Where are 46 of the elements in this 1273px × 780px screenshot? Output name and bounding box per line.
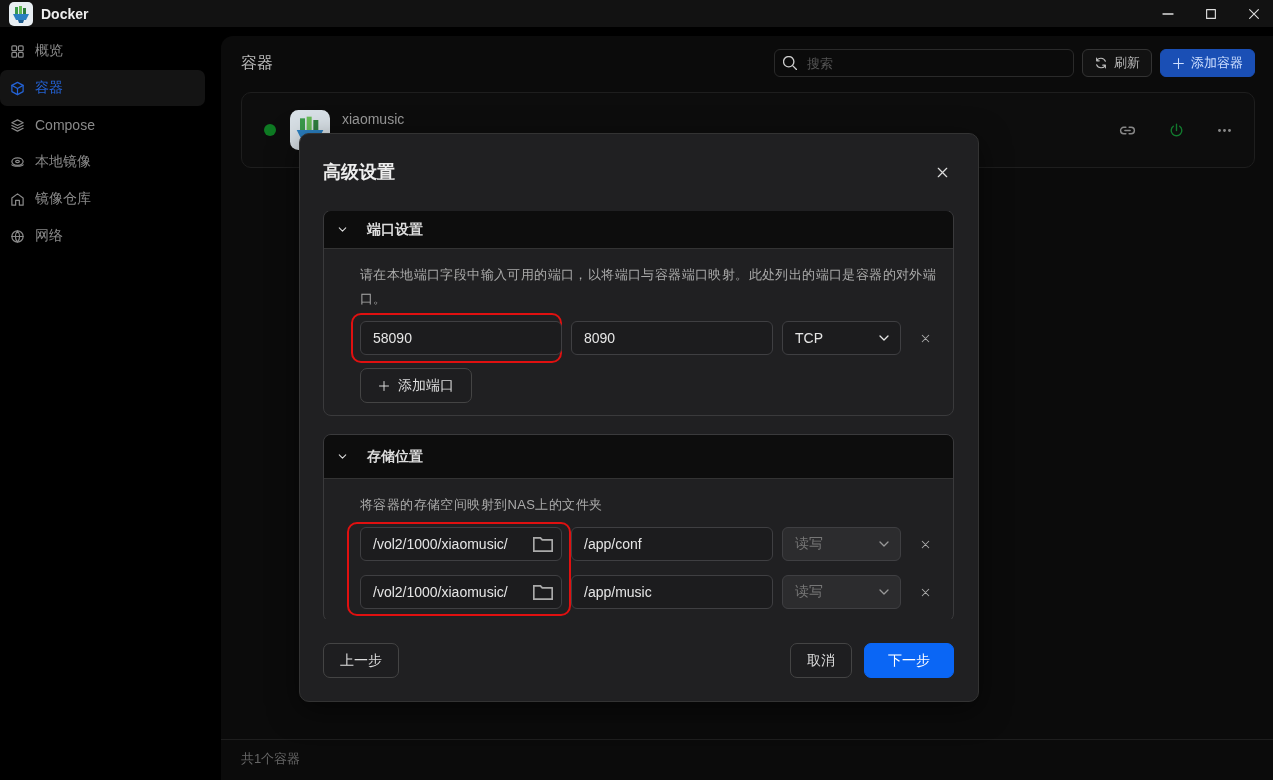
- cube-icon: [10, 80, 25, 96]
- sidebar-item[interactable]: 概览: [0, 33, 205, 69]
- sidebar-item[interactable]: 网络: [0, 218, 205, 254]
- input-field[interactable]: /app/conf: [571, 527, 773, 561]
- app-logo-icon: [9, 1, 33, 26]
- refresh-icon: [1094, 56, 1108, 70]
- minimize-icon[interactable]: [1161, 12, 1175, 15]
- power-icon[interactable]: [1168, 121, 1185, 139]
- sidebar-item[interactable]: 容器: [0, 70, 205, 106]
- folder-icon[interactable]: [533, 585, 553, 600]
- input-field[interactable]: /app/music: [571, 575, 773, 609]
- dialog-button[interactable]: 取消: [790, 643, 852, 678]
- search-icon: [783, 56, 797, 70]
- sidebar-item[interactable]: Compose: [0, 107, 205, 143]
- folder-path-field[interactable]: /vol2/1000/xiaomusic/: [360, 575, 562, 609]
- search-field[interactable]: 搜索: [774, 49, 1074, 77]
- dropdown[interactable]: TCP: [782, 321, 901, 355]
- container-name: xiaomusic: [342, 111, 406, 127]
- refresh-button[interactable]: 刷新: [1082, 49, 1152, 77]
- input-field[interactable]: 58090: [360, 321, 562, 355]
- section-header[interactable]: 存储位置: [324, 435, 953, 479]
- globe-icon: [10, 228, 25, 244]
- house-icon: [10, 191, 25, 207]
- section-description: 请在本地端口字段中输入可用的端口，以将端口与容器端口映射。此处列出的端口是容器的对外端口。: [360, 266, 938, 308]
- close-icon[interactable]: [1247, 6, 1261, 21]
- container-count: 共1个容器: [241, 751, 301, 766]
- next-button[interactable]: 下一步: [864, 643, 954, 678]
- add-port-button[interactable]: 添加端口: [360, 368, 472, 403]
- dialog-button[interactable]: 上一步: [323, 643, 399, 678]
- window-title: Docker: [41, 5, 90, 22]
- add-button[interactable]: 添加容器: [1160, 49, 1255, 77]
- input-field[interactable]: 8090: [571, 321, 773, 355]
- folder-icon[interactable]: [533, 537, 553, 552]
- sidebar-item[interactable]: 本地镜像: [0, 144, 205, 180]
- maximize-icon[interactable]: [1204, 6, 1218, 21]
- more-icon[interactable]: [1217, 128, 1232, 132]
- section-header[interactable]: 端口设置: [324, 211, 953, 249]
- page-title: 容器: [241, 52, 274, 73]
- plus-icon: [378, 379, 390, 392]
- sidebar-item[interactable]: 镜像仓库: [0, 181, 205, 217]
- section-description: 将容器的存储空间映射到NAS上的文件夹: [360, 496, 604, 514]
- layers-icon: [10, 117, 25, 133]
- folder-path-field[interactable]: /vol2/1000/xiaomusic/: [360, 527, 562, 561]
- grid-icon: [10, 43, 25, 59]
- disc-icon: [10, 154, 25, 170]
- plus-icon: [1172, 56, 1185, 70]
